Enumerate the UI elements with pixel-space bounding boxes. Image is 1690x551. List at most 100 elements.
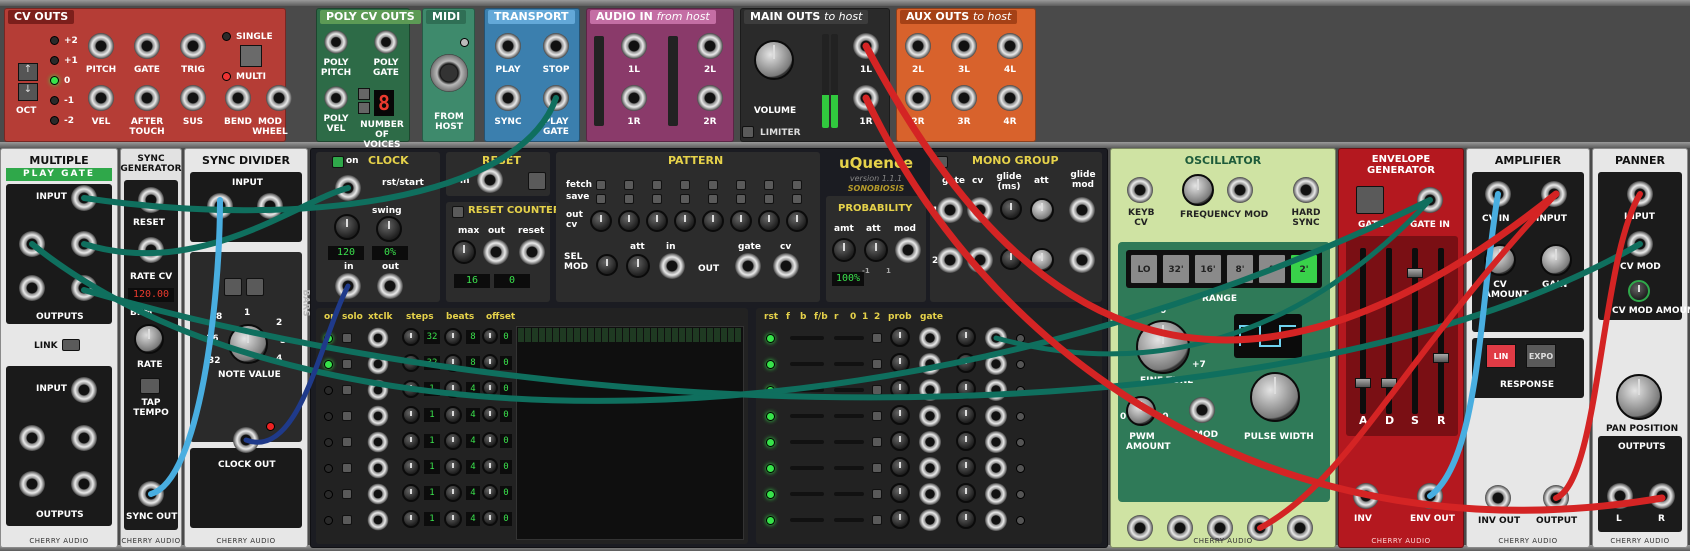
main-out-1r-jack[interactable] (853, 85, 879, 111)
track-solo-button[interactable] (342, 385, 352, 395)
track-beats-knob[interactable] (444, 458, 462, 476)
clock-out-jack[interactable] (233, 427, 259, 453)
out-cv-jack[interactable] (984, 482, 1008, 506)
reset-button[interactable] (528, 172, 546, 190)
tap-tempo-button[interactable] (140, 378, 160, 394)
out-gate-knob[interactable] (890, 483, 910, 503)
tempo-knob[interactable] (334, 214, 360, 240)
rate-knob[interactable] (134, 324, 164, 354)
track-offset-knob[interactable] (482, 328, 498, 344)
multiple-out-6-jack[interactable] (71, 425, 97, 451)
pattern-cv-jack[interactable] (773, 253, 799, 279)
envelope-slider-cap[interactable] (1381, 378, 1397, 388)
clock-out-jack-uq[interactable] (377, 273, 403, 299)
amp-cv-amount-knob[interactable] (1484, 244, 1516, 276)
frequency-mod-jack[interactable] (1227, 177, 1253, 203)
out-rst-led[interactable] (766, 386, 775, 395)
pattern-fetch-button[interactable] (624, 180, 634, 190)
track-offset-knob[interactable] (482, 354, 498, 370)
counter-out-jack[interactable] (483, 239, 509, 265)
reset-in-jack[interactable] (477, 167, 503, 193)
track-beats-knob[interactable] (444, 328, 462, 346)
amp-input-jack[interactable] (1541, 181, 1567, 207)
mono-gate-2-jack[interactable] (937, 247, 963, 273)
track-xtclk-jack[interactable] (367, 431, 389, 453)
pattern-save-button[interactable] (596, 194, 606, 204)
out-gate-jack[interactable] (918, 456, 942, 480)
multiple-out-7-jack[interactable] (19, 471, 45, 497)
clock-rst-jack[interactable] (335, 175, 361, 201)
out-gate-knob[interactable] (890, 353, 910, 373)
out-fb-switch[interactable] (790, 414, 824, 418)
track-solo-button[interactable] (342, 333, 352, 343)
out-rst-led[interactable] (766, 490, 775, 499)
sync-rate-cv-jack[interactable] (138, 237, 164, 263)
vel-jack[interactable] (88, 85, 114, 111)
out-cv-jack[interactable] (984, 508, 1008, 532)
pattern-out-cv-knob[interactable] (674, 210, 696, 232)
sync-out-jack[interactable] (138, 481, 164, 507)
out-range-switch[interactable] (834, 440, 864, 444)
out-gate-jack[interactable] (918, 482, 942, 506)
expo-button[interactable]: EXPO (1526, 344, 1556, 368)
envelope-gate-button[interactable] (1356, 186, 1384, 214)
track-steps-knob[interactable] (402, 458, 420, 476)
track-offset-knob[interactable] (482, 406, 498, 422)
track-offset-knob[interactable] (482, 432, 498, 448)
pattern-fetch-button[interactable] (736, 180, 746, 190)
pattern-out-cv-knob[interactable] (590, 210, 612, 232)
aux-out-3l-jack[interactable] (951, 33, 977, 59)
multiple-input-jack-2[interactable] (71, 377, 97, 403)
out-range-switch[interactable] (834, 492, 864, 496)
stop-jack[interactable] (543, 33, 569, 59)
step-row-1[interactable] (518, 328, 742, 342)
clock-on-button[interactable] (332, 156, 344, 168)
bend-jack[interactable] (225, 85, 251, 111)
voices-down-button[interactable] (358, 102, 370, 114)
aux-out-2r-jack[interactable] (905, 85, 931, 111)
out-gate-knob[interactable] (890, 431, 910, 451)
pitch-jack[interactable] (88, 33, 114, 59)
amp-inv-out-jack[interactable] (1485, 485, 1511, 511)
pattern-out-cv-knob[interactable] (618, 210, 640, 232)
play-jack[interactable] (495, 33, 521, 59)
out-fb-switch[interactable] (790, 518, 824, 522)
out-gate-knob[interactable] (890, 457, 910, 477)
out-prob-button[interactable] (872, 359, 882, 369)
range-led-plus1[interactable] (50, 56, 59, 65)
multiple-input-jack[interactable] (71, 185, 97, 211)
out-gate-knob[interactable] (890, 327, 910, 347)
track-solo-button[interactable] (342, 437, 352, 447)
glide-mod-2-jack[interactable] (1069, 247, 1095, 273)
out-prob-button[interactable] (872, 463, 882, 473)
out-cv-knob[interactable] (956, 353, 976, 373)
out-cv-jack[interactable] (984, 456, 1008, 480)
audio-in-2r-jack[interactable] (697, 85, 723, 111)
range-button[interactable]: 8' (1226, 254, 1254, 284)
max-knob[interactable] (452, 240, 476, 264)
mod-wheel-jack[interactable] (266, 85, 292, 111)
sus-jack[interactable] (180, 85, 206, 111)
out-prob-button[interactable] (872, 385, 882, 395)
pattern-in-jack[interactable] (659, 253, 685, 279)
pattern-att-knob[interactable] (626, 254, 650, 278)
pattern-fetch-button[interactable] (652, 180, 662, 190)
track-steps-knob[interactable] (402, 328, 420, 346)
voices-up-button[interactable] (358, 88, 370, 100)
out-rst-led[interactable] (766, 464, 775, 473)
range-button[interactable]: LO (1130, 254, 1158, 284)
out-cv-knob[interactable] (956, 483, 976, 503)
track-offset-knob[interactable] (482, 458, 498, 474)
track-offset-knob[interactable] (482, 484, 498, 500)
note-value-knob[interactable] (228, 324, 268, 364)
track-xtclk-jack[interactable] (367, 457, 389, 479)
track-on-led[interactable] (324, 386, 333, 395)
out-prob-button[interactable] (872, 515, 882, 525)
aux-out-4l-jack[interactable] (997, 33, 1023, 59)
track-offset-knob[interactable] (482, 510, 498, 526)
pattern-save-button[interactable] (708, 194, 718, 204)
track-solo-button[interactable] (342, 515, 352, 525)
main-out-1l-jack[interactable] (853, 33, 879, 59)
track-on-led[interactable] (324, 490, 333, 499)
link-button[interactable] (62, 339, 80, 351)
